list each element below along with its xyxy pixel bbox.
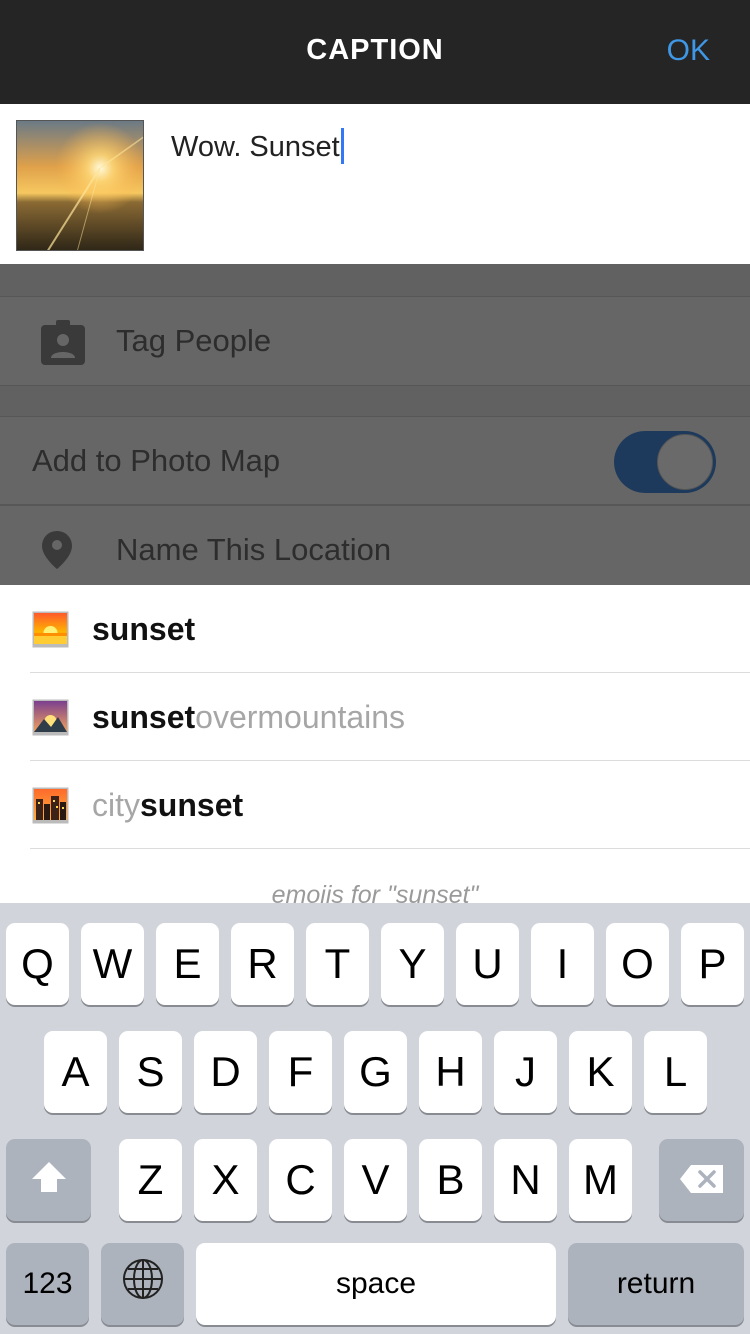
key-w[interactable]: W <box>81 923 144 1005</box>
suggestion-item[interactable]: sunsetovermountains <box>0 673 750 761</box>
key-q[interactable]: Q <box>6 923 69 1005</box>
key-v[interactable]: V <box>344 1139 407 1221</box>
tag-people-row[interactable]: Tag People <box>0 296 750 386</box>
key-b[interactable]: B <box>419 1139 482 1221</box>
suggestion-match: sunset <box>92 611 196 647</box>
suggestion-text: sunsetovermountains <box>92 699 405 736</box>
key-r[interactable]: R <box>231 923 294 1005</box>
key-a[interactable]: A <box>44 1031 107 1113</box>
key-u[interactable]: U <box>456 923 519 1005</box>
suggestion-prefix: city <box>92 787 140 823</box>
suggestion-rest: overmountains <box>195 699 406 735</box>
key-g[interactable]: G <box>344 1031 407 1113</box>
page-title: CAPTION <box>306 34 444 66</box>
key-y[interactable]: Y <box>381 923 444 1005</box>
sunrise-over-mountains-emoji-icon <box>32 699 69 736</box>
key-z[interactable]: Z <box>119 1139 182 1221</box>
key-d[interactable]: D <box>194 1031 257 1113</box>
sunset-emoji-icon <box>32 611 69 648</box>
text-cursor <box>340 128 344 164</box>
key-t[interactable]: T <box>306 923 369 1005</box>
location-row[interactable]: Name This Location <box>0 505 750 585</box>
suggestion-match: sunset <box>92 699 196 735</box>
tag-person-icon <box>39 319 87 372</box>
key-s[interactable]: S <box>119 1031 182 1113</box>
numbers-key[interactable]: 123 <box>6 1243 89 1325</box>
tag-people-label: Tag People <box>116 323 272 358</box>
backspace-icon <box>679 1156 725 1204</box>
key-n[interactable]: N <box>494 1139 557 1221</box>
key-x[interactable]: X <box>194 1139 257 1221</box>
photo-map-toggle[interactable] <box>614 431 716 493</box>
key-l[interactable]: L <box>644 1031 707 1113</box>
delete-key[interactable] <box>659 1139 744 1221</box>
caption-text: Wow. Sunset <box>171 131 340 163</box>
key-c[interactable]: C <box>269 1139 332 1221</box>
key-e[interactable]: E <box>156 923 219 1005</box>
space-key[interactable]: space <box>196 1243 556 1325</box>
suggestion-item[interactable]: citysunset <box>0 761 750 849</box>
suggestion-item[interactable]: sunset <box>0 585 750 673</box>
suggestion-text: sunset <box>92 611 195 648</box>
keyboard: Q W E R T Y U I O P A S D F G H J K L Z … <box>0 903 750 1334</box>
toggle-knob <box>657 434 713 490</box>
location-label: Name This Location <box>116 532 392 567</box>
key-j[interactable]: J <box>494 1031 557 1113</box>
post-options: Tag People Add to Photo Map Name This Lo… <box>0 264 750 585</box>
key-o[interactable]: O <box>606 923 669 1005</box>
location-pin-icon <box>40 530 74 575</box>
return-key[interactable]: return <box>568 1243 744 1325</box>
ok-button[interactable]: OK <box>667 34 710 68</box>
key-h[interactable]: H <box>419 1031 482 1113</box>
key-f[interactable]: F <box>269 1031 332 1113</box>
divider <box>30 848 750 849</box>
photo-thumbnail <box>16 120 144 251</box>
shift-arrow-icon <box>30 1156 68 1204</box>
suggestion-text: citysunset <box>92 787 243 824</box>
key-p[interactable]: P <box>681 923 744 1005</box>
caption-area: Wow. Sunset <box>0 104 750 264</box>
nav-bar: CAPTION OK <box>0 0 750 104</box>
photo-map-row: Add to Photo Map <box>0 416 750 505</box>
globe-key[interactable] <box>101 1243 184 1325</box>
suggestion-match: sunset <box>140 787 244 823</box>
photo-map-label: Add to Photo Map <box>32 443 281 478</box>
caption-input[interactable]: Wow. Sunset <box>171 128 344 164</box>
key-k[interactable]: K <box>569 1031 632 1113</box>
shift-key[interactable] <box>6 1139 91 1221</box>
hashtag-suggestions: sunset sunsetovermountains citysunset em… <box>0 585 750 903</box>
emoji-note: emojis for "sunset" <box>271 881 479 903</box>
globe-icon <box>121 1257 165 1311</box>
key-i[interactable]: I <box>531 923 594 1005</box>
city-sunset-emoji-icon <box>32 787 69 824</box>
key-m[interactable]: M <box>569 1139 632 1221</box>
